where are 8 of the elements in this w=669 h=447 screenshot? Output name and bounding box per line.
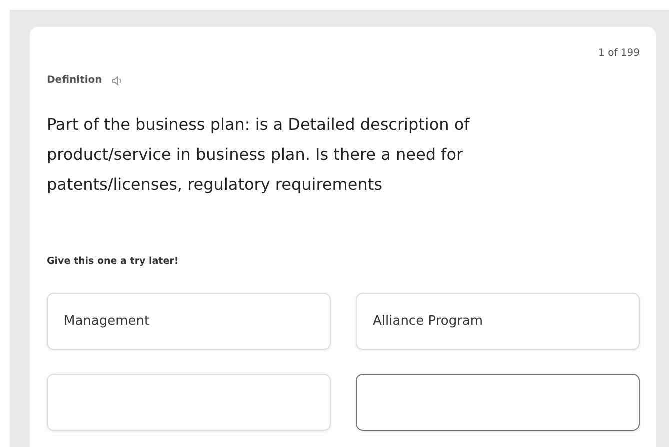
- definition-text: Part of the business plan: is a Detailed description of product/service in business plan. Is there a need for patents/licenses, regulatory requirements: [47, 114, 471, 196]
- answer-option[interactable]: Management: [47, 293, 331, 350]
- answer-option[interactable]: Alliance Program: [356, 293, 640, 350]
- card-counter: 1 of 199: [598, 48, 640, 59]
- speaker-icon[interactable]: [112, 76, 124, 86]
- term-label: Definition: [47, 75, 102, 86]
- hint-text: Give this one a try later!: [47, 256, 180, 267]
- answer-option[interactable]: [356, 374, 640, 431]
